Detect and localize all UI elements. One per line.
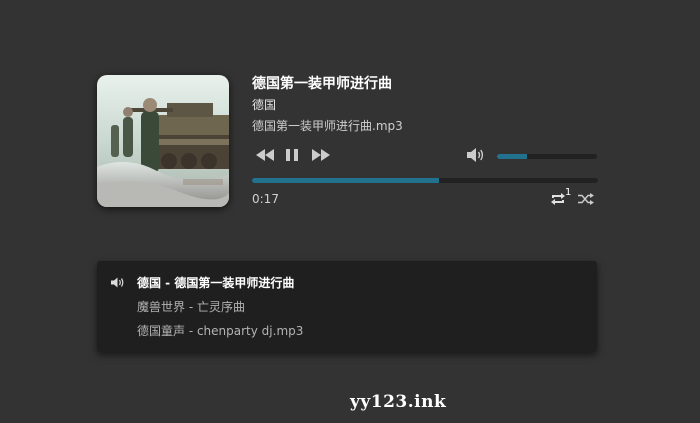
album-cover (97, 75, 229, 207)
pause-button[interactable] (285, 147, 299, 163)
volume-icon[interactable] (466, 147, 486, 163)
current-time: 0:17 (252, 192, 279, 206)
song-filename: 德国第一装甲师进行曲.mp3 (252, 119, 403, 133)
song-artist: 德国 (252, 98, 277, 112)
repeat-count-badge: 1 (565, 187, 572, 198)
fast-forward-icon (312, 149, 330, 161)
next-button[interactable] (311, 147, 331, 163)
pause-icon (286, 149, 298, 161)
volume-level (497, 154, 527, 159)
song-title: 德国第一装甲师进行曲 (252, 76, 392, 92)
playlist: 德国 - 德国第一装甲师进行曲 魔兽世界 - 亡灵序曲 德国童声 - chenp… (97, 261, 597, 352)
watermark-text: yy123.ink (350, 392, 447, 412)
playlist-item[interactable]: 德国童声 - chenparty dj.mp3 (137, 322, 303, 339)
volume-slider[interactable] (497, 154, 597, 159)
progress-bar[interactable] (252, 178, 598, 183)
now-playing-icon (110, 277, 124, 288)
audio-player: 德国第一装甲师进行曲 德国 德国第一装甲师进行曲.mp3 0:17 1 (0, 0, 700, 240)
repeat-icon (551, 193, 565, 205)
shuffle-icon (578, 193, 594, 205)
progress-played (252, 178, 439, 183)
playlist-item[interactable]: 德国 - 德国第一装甲师进行曲 (137, 274, 294, 291)
previous-button[interactable] (255, 147, 275, 163)
playlist-item[interactable]: 魔兽世界 - 亡灵序曲 (137, 298, 245, 315)
shuffle-button[interactable] (578, 193, 594, 205)
rewind-icon (256, 149, 274, 161)
repeat-button[interactable] (550, 192, 566, 206)
